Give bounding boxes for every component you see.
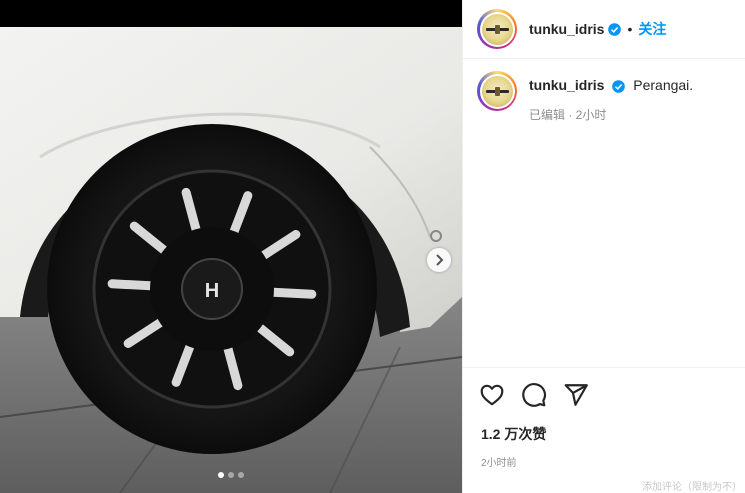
post-actions-area: 1.2 万次赞 2小时前 添加评论（限制为不） (463, 367, 745, 493)
action-bar (463, 368, 745, 408)
carousel-next-button[interactable] (427, 248, 451, 272)
post-timestamp[interactable]: 2小时前 (481, 454, 745, 469)
caption-text: Perangai. (633, 77, 694, 93)
svg-text:H: H (205, 280, 219, 302)
chevron-right-icon (436, 254, 444, 266)
carousel-dot-3[interactable] (238, 472, 244, 478)
caption-block: tunku_idris Perangai. 已编辑 · 2小时 (477, 71, 737, 123)
verified-badge-icon (612, 79, 626, 93)
header-username[interactable]: tunku_idris (529, 21, 604, 37)
comment-icon[interactable] (521, 382, 547, 408)
caption-meta: 已编辑 · 2小时 (529, 108, 607, 122)
verified-badge-icon (608, 22, 622, 36)
caption-username[interactable]: tunku_idris (529, 77, 604, 93)
heart-icon[interactable] (479, 382, 505, 408)
header-separator: • (627, 21, 633, 37)
post-side-panel: tunku_idris • 关注 tunku_idris Perangai. 已… (462, 0, 745, 493)
share-icon[interactable] (563, 382, 589, 408)
follow-button[interactable]: 关注 (638, 19, 666, 39)
caption-avatar[interactable] (477, 71, 517, 111)
carousel-dot-2[interactable] (228, 472, 234, 478)
comment-hint: 添加评论（限制为不） (642, 482, 742, 493)
post-photo: H (0, 27, 462, 493)
like-count[interactable]: 1.2 万次赞 (481, 424, 745, 444)
post-header: tunku_idris • 关注 (463, 0, 745, 59)
post-media: H (0, 0, 462, 493)
avatar[interactable] (477, 9, 517, 49)
carousel-indicators (0, 472, 462, 478)
car-wheel-photo: H (0, 27, 462, 493)
carousel-dot-1[interactable] (218, 472, 224, 478)
